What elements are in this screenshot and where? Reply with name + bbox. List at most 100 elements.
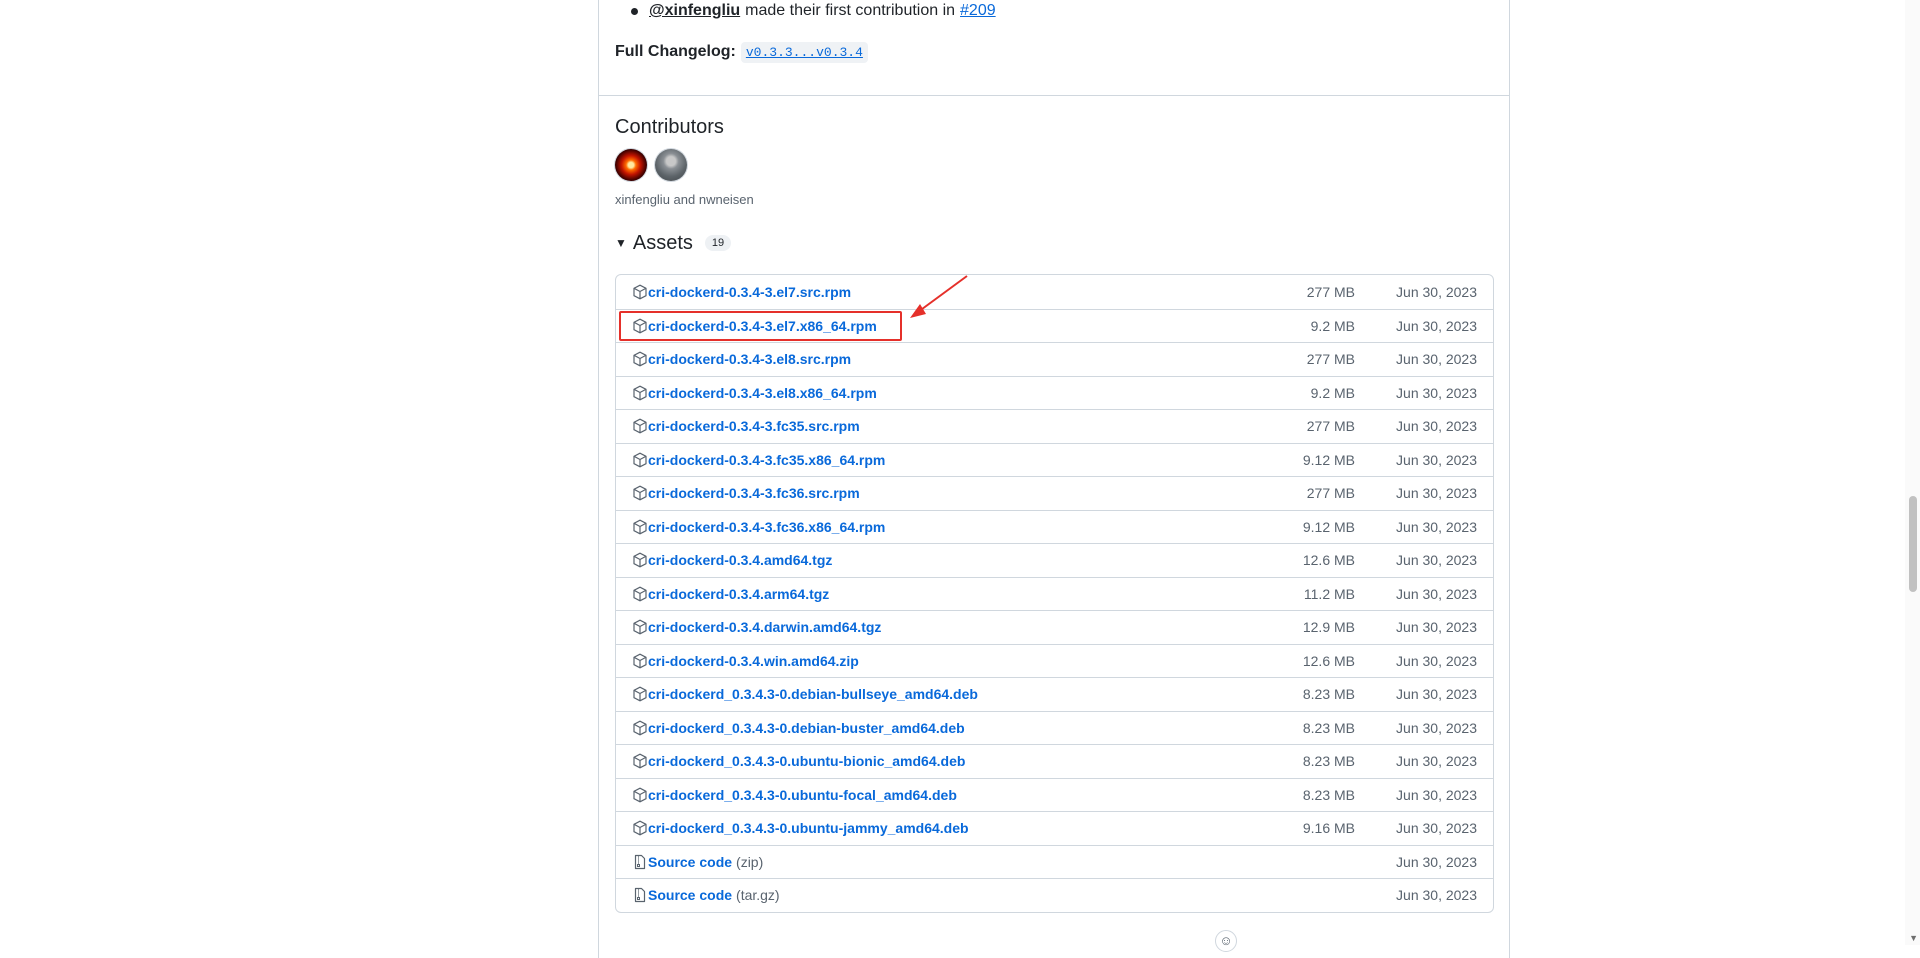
asset-date: Jun 30, 2023 [1396,418,1477,435]
scrollbar-thumb[interactable] [1909,496,1917,592]
asset-row: cri-dockerd-0.3.4.amd64.tgz 12.6 MB Jun 30… [616,543,1493,577]
asset-link-group[interactable]: cri-dockerd-0.3.4.arm64.tgz [632,586,833,602]
package-icon [632,519,648,535]
asset-link[interactable]: cri-dockerd-0.3.4-3.el8.src.rpm [648,351,851,367]
asset-row: cri-dockerd_0.3.4.3-0.ubuntu-focal_amd64… [616,777,1493,812]
asset-row: cri-dockerd-0.3.4.arm64.tgz 11.2 MB Jun 30… [616,576,1493,611]
asset-date: Jun 30, 2023 [1396,317,1477,334]
asset-link-group[interactable]: cri-dockerd-0.3.4.darwin.amd64.tgz [632,619,885,635]
package-icon [632,787,648,803]
asset-size: 8.23 MB [1302,786,1355,803]
asset-link-group[interactable]: Source code (tar.gz) [632,887,780,903]
asset-link-group[interactable]: cri-dockerd_0.3.4.3-0.ubuntu-bionic_amd6… [632,753,969,769]
asset-link-group[interactable]: cri-dockerd-0.3.4-3.el8.x86_64.rpm [632,385,881,401]
contributors-names: xinfengliu and nwneisen [615,192,754,207]
file-zip-icon [632,854,648,870]
asset-date: Jun 30, 2023 [1396,384,1477,401]
asset-link-group[interactable]: cri-dockerd_0.3.4.3-0.ubuntu-focal_amd64… [632,787,961,803]
release-panel: @xinfengliu made their first contributio… [598,0,1510,958]
asset-link-group[interactable]: cri-dockerd-0.3.4-3.el8.src.rpm [632,351,855,367]
asset-size: 12.9 MB [1302,619,1355,636]
asset-link[interactable]: cri-dockerd-0.3.4.win.amd64.zip [648,653,859,669]
package-icon [632,385,648,401]
asset-date: Jun 30, 2023 [1396,887,1477,904]
asset-link[interactable]: cri-dockerd-0.3.4-3.fc36.x86_64.rpm [648,519,885,535]
assets-toggle[interactable]: ▼ Assets 19 [615,231,732,255]
asset-size: 12.6 MB [1302,652,1355,669]
asset-link-group[interactable]: cri-dockerd_0.3.4.3-0.ubuntu-jammy_amd64… [632,820,973,836]
asset-date: Jun 30, 2023 [1396,283,1477,300]
changelog-compare-link[interactable]: v0.3.3...v0.3.4 [740,41,868,63]
asset-link[interactable]: cri-dockerd_0.3.4.3-0.debian-buster_amd6… [648,720,965,736]
asset-link[interactable]: cri-dockerd-0.3.4-3.fc35.src.rpm [648,418,860,434]
asset-link[interactable]: Source code [648,854,732,870]
smiley-icon[interactable]: ☺ [1215,930,1237,952]
pull-request-link[interactable]: #209 [960,2,996,20]
asset-date: Jun 30, 2023 [1396,585,1477,602]
asset-link[interactable]: cri-dockerd-0.3.4-3.fc35.x86_64.rpm [648,452,885,468]
asset-date: Jun 30, 2023 [1396,786,1477,803]
asset-date: Jun 30, 2023 [1396,619,1477,636]
asset-link[interactable]: cri-dockerd-0.3.4.darwin.amd64.tgz [648,619,881,635]
asset-date: Jun 30, 2023 [1396,686,1477,703]
asset-link-group[interactable]: cri-dockerd-0.3.4-3.fc35.x86_64.rpm [632,452,889,468]
asset-link[interactable]: Source code [648,887,732,903]
package-icon [632,653,648,669]
asset-row: cri-dockerd-0.3.4-3.fc35.src.rpm 277 MB Ju… [616,409,1493,443]
scrollbar[interactable]: ▼ [1905,0,1920,945]
package-icon [632,820,648,836]
triangle-down-icon: ▼ [615,236,627,250]
package-icon [632,284,648,300]
asset-link[interactable]: cri-dockerd_0.3.4.3-0.ubuntu-jammy_amd64… [648,820,969,836]
asset-date: Jun 30, 2023 [1396,820,1477,837]
asset-link[interactable]: cri-dockerd-0.3.4.arm64.tgz [648,586,829,602]
asset-link[interactable]: cri-dockerd_0.3.4.3-0.debian-bullseye_am… [648,686,978,702]
asset-link[interactable]: cri-dockerd-0.3.4-3.el7.src.rpm [648,284,851,300]
file-zip-icon [632,887,648,903]
package-icon [632,552,648,568]
package-icon [632,586,648,602]
asset-size: 9.2 MB [1310,317,1355,334]
asset-row: cri-dockerd-0.3.4-3.el8.x86_64.rpm 9.2 MB… [616,375,1493,410]
asset-size: 277 MB [1306,485,1355,502]
asset-row: cri-dockerd_0.3.4.3-0.debian-buster_amd6… [616,710,1493,745]
asset-link-group[interactable]: cri-dockerd-0.3.4-3.fc35.src.rpm [632,418,864,434]
asset-link[interactable]: cri-dockerd-0.3.4-3.el8.x86_64.rpm [648,385,877,401]
asset-link[interactable]: cri-dockerd-0.3.4.amd64.tgz [648,552,832,568]
asset-link-group[interactable]: Source code (zip) [632,854,763,870]
asset-link-group[interactable]: cri-dockerd-0.3.4-3.fc36.src.rpm [632,485,864,501]
asset-link-group[interactable]: cri-dockerd-0.3.4-3.fc36.x86_64.rpm [632,519,889,535]
asset-link[interactable]: cri-dockerd_0.3.4.3-0.ubuntu-focal_amd64… [648,787,957,803]
asset-link-group[interactable]: cri-dockerd_0.3.4.3-0.debian-buster_amd6… [632,720,969,736]
asset-row: Source code (tar.gz) Jun 30, 2023 [616,878,1493,912]
asset-link[interactable]: cri-dockerd_0.3.4.3-0.ubuntu-bionic_amd6… [648,753,965,769]
new-contributor-item: @xinfengliu made their first contributio… [615,0,996,24]
asset-size: 8.23 MB [1302,686,1355,703]
package-icon [632,753,648,769]
asset-size: 9.12 MB [1302,451,1355,468]
asset-link-group[interactable]: cri-dockerd-0.3.4.amd64.tgz [632,552,836,568]
avatar-xinfengliu[interactable] [615,149,647,181]
assets-count-badge: 19 [704,235,732,251]
package-icon [632,720,648,736]
asset-row: cri-dockerd-0.3.4-3.fc36.x86_64.rpm 9.12 … [616,509,1493,544]
asset-date: Jun 30, 2023 [1396,485,1477,502]
package-icon [632,686,648,702]
asset-size: 11.2 MB [1303,585,1355,602]
scroll-down-arrow-icon[interactable]: ▼ [1909,933,1918,943]
asset-row: cri-dockerd-0.3.4-3.el7.src.rpm 277 MB Jun… [616,275,1493,309]
asset-size: 12.6 MB [1302,552,1355,569]
asset-link-group[interactable]: cri-dockerd-0.3.4-3.el7.src.rpm [632,284,855,300]
contributors-heading: Contributors [615,116,724,138]
asset-date: Jun 30, 2023 [1396,552,1477,569]
asset-link-group[interactable]: cri-dockerd-0.3.4.win.amd64.zip [632,653,863,669]
asset-size: 9.12 MB [1302,518,1355,535]
asset-link[interactable]: cri-dockerd-0.3.4-3.fc36.src.rpm [648,485,860,501]
asset-date: Jun 30, 2023 [1396,351,1477,368]
contributor-mention-link[interactable]: @xinfengliu [649,2,740,20]
asset-row: cri-dockerd-0.3.4.win.amd64.zip 12.6 MB Ju… [616,643,1493,678]
avatar-nwneisen[interactable] [655,149,687,181]
asset-size: 9.16 MB [1302,820,1355,837]
contribution-text: made their first contribution in [745,2,956,19]
asset-link-group[interactable]: cri-dockerd_0.3.4.3-0.debian-bullseye_am… [632,686,982,702]
